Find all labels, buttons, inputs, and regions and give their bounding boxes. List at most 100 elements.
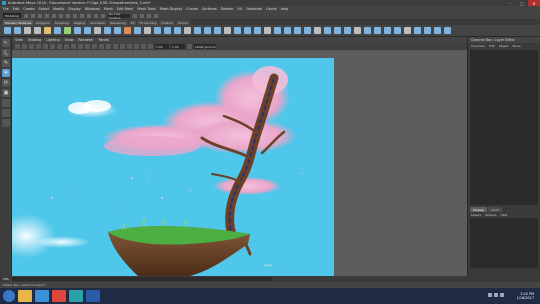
undo-icon[interactable] [45, 13, 49, 18]
near-clip-field[interactable]: 0.00 [155, 44, 169, 49]
menu-mesh[interactable]: Mesh [104, 7, 113, 11]
camera-attributes-icon[interactable] [15, 44, 20, 49]
shelf-tool-icon[interactable] [334, 27, 341, 34]
shelf-tool-icon[interactable] [364, 27, 371, 34]
open-scene-icon[interactable] [31, 13, 35, 18]
shelf-tool-icon[interactable] [414, 27, 421, 34]
far-clip-field[interactable]: 1.00 [171, 44, 185, 49]
shelf-tool-icon[interactable] [114, 27, 121, 34]
live-surface-field[interactable]: No Live Surface [108, 12, 130, 20]
shelf-tool-icon[interactable] [164, 27, 171, 34]
single-view-icon[interactable] [2, 99, 10, 107]
shelf-tool-icon[interactable] [84, 27, 91, 34]
lasso-tool-icon[interactable]: ⤹ [2, 49, 10, 57]
shelf-tool-icon[interactable] [4, 27, 11, 34]
shelf-tool-icon[interactable] [134, 27, 141, 34]
select-object-icon[interactable] [66, 13, 70, 18]
shelf-tool-icon[interactable] [374, 27, 381, 34]
layer-menu-options[interactable]: Options [485, 213, 497, 217]
isolate-select-icon[interactable] [120, 44, 125, 49]
panel-menu-shading[interactable]: Shading [28, 38, 41, 42]
select-hierarchy-icon[interactable] [59, 13, 63, 18]
shadows-icon[interactable] [106, 44, 111, 49]
snap-grid-icon[interactable] [80, 13, 84, 18]
lighting-icon[interactable] [99, 44, 104, 49]
grid-toggle-icon[interactable] [36, 44, 41, 49]
media-player-icon[interactable] [35, 290, 49, 302]
viewport[interactable]: persp [12, 50, 467, 276]
channel-menu-channels[interactable]: Channels [471, 44, 485, 48]
shelf-tool-icon[interactable] [214, 27, 221, 34]
shelf-tool-icon[interactable] [394, 27, 401, 34]
shelf-tool-icon[interactable] [274, 27, 281, 34]
shelf-tool-icon[interactable] [154, 27, 161, 34]
command-input[interactable] [12, 277, 273, 281]
script-language-label[interactable]: MEL [3, 277, 9, 281]
xray-icon[interactable] [113, 44, 118, 49]
film-gate-icon[interactable] [43, 44, 48, 49]
render-icon[interactable] [133, 13, 137, 18]
shelf-tool-icon[interactable] [234, 27, 241, 34]
shelf-tool-icon[interactable] [124, 27, 131, 34]
shelf-tool-icon[interactable] [314, 27, 321, 34]
shelf-tool-icon[interactable] [324, 27, 331, 34]
shelf-tool-icon[interactable] [354, 27, 361, 34]
ambient-occlusion-icon[interactable] [127, 44, 132, 49]
shelf-tool-icon[interactable] [14, 27, 21, 34]
shelf-tool-icon[interactable] [104, 27, 111, 34]
layer-list[interactable] [470, 218, 538, 268]
shelf-tool-icon[interactable] [344, 27, 351, 34]
shelf-tool-icon[interactable] [144, 27, 151, 34]
layer-menu-layers[interactable]: Layers [471, 213, 481, 217]
select-tool-icon[interactable]: ↖ [2, 39, 10, 47]
menu-modify[interactable]: Modify [53, 7, 64, 11]
shelf-tool-icon[interactable] [264, 27, 271, 34]
shelf-tool-icon[interactable] [204, 27, 211, 34]
shelf-tool-icon[interactable] [34, 27, 41, 34]
color-space-dropdown[interactable]: sRGB gamma [194, 44, 216, 49]
panel-menu-lighting[interactable]: Lighting [46, 38, 59, 42]
four-view-icon[interactable] [2, 109, 10, 117]
shelf-tool-icon[interactable] [404, 27, 411, 34]
color-management-icon[interactable] [187, 44, 192, 49]
shelf-tool-icon[interactable] [174, 27, 181, 34]
file-explorer-icon[interactable] [18, 290, 32, 302]
scale-tool-icon[interactable]: ▣ [2, 89, 10, 97]
outliner-layout-icon[interactable] [2, 119, 10, 127]
system-clock[interactable]: 3:20 PM 1/16/2017 [517, 292, 540, 300]
volume-icon[interactable] [494, 293, 498, 297]
panel-menu-panels[interactable]: Panels [99, 38, 110, 42]
shelf-tool-icon[interactable] [384, 27, 391, 34]
menu-edit[interactable]: Edit [13, 7, 20, 11]
menu-uv[interactable]: UV [237, 7, 242, 11]
windows-start-icon[interactable] [3, 290, 15, 302]
menu-mesh-display[interactable]: Mesh Display [160, 7, 183, 11]
shelf-tool-icon[interactable] [244, 27, 251, 34]
render-settings-icon[interactable] [147, 13, 151, 18]
snap-plane-icon[interactable] [101, 13, 105, 18]
layer-menu-help[interactable]: Help [501, 213, 508, 217]
shelf-tool-icon[interactable] [294, 27, 301, 34]
menu-set-dropdown[interactable]: Modeling [3, 13, 21, 18]
panel-menu-show[interactable]: Show [65, 38, 74, 42]
move-tool-icon[interactable]: ✥ [2, 69, 10, 77]
shelf-tool-icon[interactable] [224, 27, 231, 34]
save-scene-icon[interactable] [38, 13, 42, 18]
hypershade-icon[interactable] [154, 13, 158, 18]
photoshop-icon[interactable] [86, 290, 100, 302]
menu-surfaces[interactable]: Surfaces [202, 7, 217, 11]
menu-curves[interactable]: Curves [186, 7, 198, 11]
rotate-tool-icon[interactable]: ⟳ [2, 79, 10, 87]
field-chart-icon[interactable] [64, 44, 69, 49]
ipr-render-icon[interactable] [140, 13, 144, 18]
shelf-tool-icon[interactable] [24, 27, 31, 34]
menu-edit-mesh[interactable]: Edit Mesh [117, 7, 134, 11]
shelf-tool-icon[interactable] [304, 27, 311, 34]
menu-generate[interactable]: Generate [246, 7, 262, 11]
layer-tab-anim[interactable]: Anim [488, 207, 502, 212]
shelf-tool-icon[interactable] [434, 27, 441, 34]
image-plane-icon[interactable] [29, 44, 34, 49]
textured-icon[interactable] [92, 44, 97, 49]
channel-box-body[interactable] [470, 50, 538, 205]
resolution-gate-icon[interactable] [50, 44, 55, 49]
